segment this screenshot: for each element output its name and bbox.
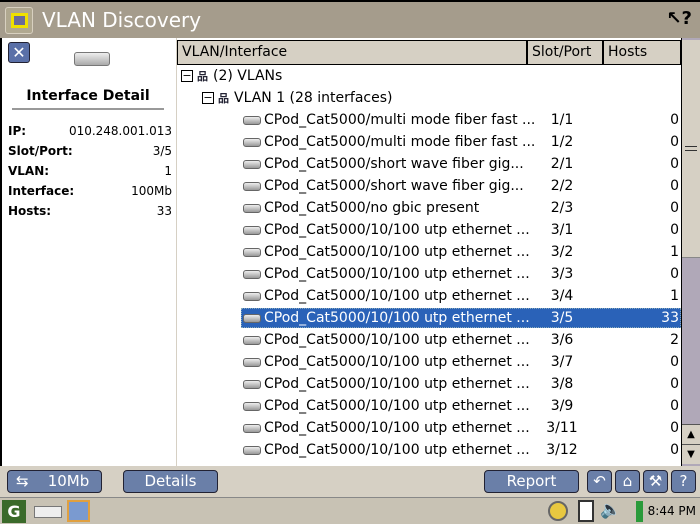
tools-button[interactable]: ⚒ [643,470,668,493]
interface-row[interactable]: CPod_Cat5000/no gbic present 2/3 0 [177,197,681,219]
interface-row[interactable]: CPod_Cat5000/10/100 utp ethernet ... 3/2 1 [177,241,681,263]
app-icon[interactable] [5,7,33,34]
interface-row[interactable]: CPod_Cat5000/10/100 utp ethernet ... 3/9 0 [177,395,681,417]
interface-row[interactable]: CPod_Cat5000/short wave fiber gig... 2/2 0 [177,175,681,197]
vlan-app-task-icon[interactable] [67,500,90,522]
interface-row[interactable]: CPod_Cat5000/multi mode fiber fast ... 1/… [177,109,681,131]
discovery-icon[interactable] [548,501,568,521]
column-header-slot-port[interactable]: Slot/Port [528,41,604,64]
detail-field: Hosts: 33 [8,204,172,218]
interface-icon [243,159,261,169]
interface-row[interactable]: CPod_Cat5000/short wave fiber gig... 2/1 0 [177,153,681,175]
taskbar: G 🔈 8:44 PM [0,497,700,524]
back-button[interactable]: ↶ [587,470,612,493]
interface-icon [243,379,261,389]
start-menu-icon[interactable]: G [2,500,26,523]
interface-row[interactable]: CPod_Cat5000/10/100 utp ethernet ... 3/12… [177,439,681,461]
detail-title: Interface Detail [12,88,164,110]
column-header-hosts[interactable]: Hosts [604,41,680,64]
interface-row[interactable]: CPod_Cat5000/10/100 utp ethernet ... 3/3 0 [177,263,681,285]
interface-row[interactable]: CPod_Cat5000/10/100 utp ethernet ... 3/8 0 [177,373,681,395]
interface-icon [243,203,261,213]
bottom-toolbar: ⇆ 10Mb Details Report ↶ ⌂ ⚒ ? [0,466,700,497]
detail-field: VLAN: 1 [8,164,172,178]
interface-row[interactable]: CPod_Cat5000/multi mode fiber fast ... 1/… [177,131,681,153]
speed-toggle-button[interactable]: ⇆ 10Mb [7,470,102,493]
vertical-scrollbar[interactable]: ▲ ▼ [681,38,700,466]
report-button[interactable]: Report [484,470,579,493]
context-help-icon[interactable]: ↖? [666,8,692,29]
interface-icon [243,357,261,367]
interface-row[interactable]: CPod_Cat5000/10/100 utp ethernet ... 3/5 3… [177,307,681,329]
interface-detail-panel: ✕ Interface Detail IP: 010.248.001.013 Slo… [0,38,176,466]
column-header-vlan-interface[interactable]: VLAN/Interface [178,41,528,64]
interface-icon [243,247,261,257]
title-bar: VLAN Discovery ↖? [0,0,700,38]
interface-icon [243,401,261,411]
interface-row[interactable]: CPod_Cat5000/10/100 utp ethernet ... 3/7 0 [177,351,681,373]
interface-icon [243,137,261,147]
interface-icon [243,423,261,433]
interface-icon [243,115,261,125]
interface-row[interactable]: CPod_Cat5000/10/100 utp ethernet ... 3/6 2 [177,329,681,351]
help-icon: ? [679,472,688,490]
window-title: VLAN Discovery [42,8,202,32]
interface-row[interactable]: CPod_Cat5000/10/100 utp ethernet ... 3/4 1 [177,285,681,307]
scrollbar-thumb[interactable] [682,40,700,258]
table-header: VLAN/Interface Slot/Port Hosts [177,40,681,65]
battery-icon[interactable] [636,501,643,522]
detail-field: Slot/Port: 3/5 [8,144,172,158]
interface-icon [243,291,261,301]
interface-device-icon [74,52,110,66]
keyboard-icon[interactable] [34,506,62,518]
help-button[interactable]: ? [671,470,696,493]
details-button[interactable]: Details [123,470,218,493]
interface-icon [243,335,261,345]
detail-field: Interface: 100Mb [8,184,172,198]
close-button[interactable]: ✕ [8,42,30,63]
interface-row[interactable]: CPod_Cat5000/10/100 utp ethernet ... 3/1 0 [177,219,681,241]
back-icon: ↶ [593,472,606,490]
collapse-icon[interactable]: − [202,92,214,104]
network-icon: 品 [218,92,229,105]
interface-icon [243,225,261,235]
network-icon: 品 [197,70,208,83]
clipboard-icon[interactable] [578,500,594,522]
home-button[interactable]: ⌂ [615,470,640,493]
collapse-icon[interactable]: − [181,70,193,82]
interface-icon [243,313,261,323]
scroll-down-arrow-icon[interactable]: ▼ [682,444,700,464]
interface-icon [243,181,261,191]
speaker-icon[interactable]: 🔈 [600,500,621,520]
tree-node-vlan-1[interactable]: − 品 VLAN 1 (28 interfaces) [177,87,681,109]
scroll-up-arrow-icon[interactable]: ▲ [682,424,700,444]
vlan-tree-table: VLAN/Interface Slot/Port Hosts − 品 (2) VLA… [177,38,681,466]
swap-arrows-icon: ⇆ [16,472,29,490]
interface-icon [243,269,261,279]
clock: 8:44 PM [647,504,696,518]
tree-node-vlans[interactable]: − 品 (2) VLANs [177,65,681,87]
interface-icon [243,445,261,455]
hammer-icon: ⚒ [648,472,663,490]
home-icon: ⌂ [622,472,633,490]
detail-field: IP: 010.248.001.013 [8,124,172,138]
interface-row[interactable]: CPod_Cat5000/10/100 utp ethernet ... 3/11… [177,417,681,439]
